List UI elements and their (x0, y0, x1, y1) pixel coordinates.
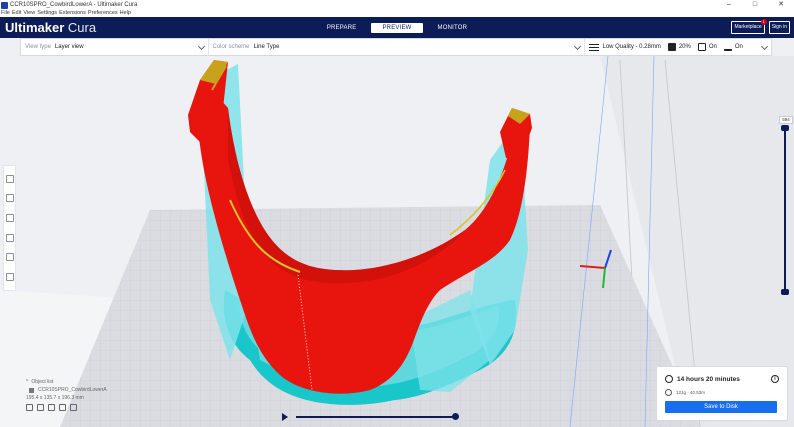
move-tool-icon[interactable] (5, 174, 14, 183)
simulation-bar (282, 412, 462, 422)
chevron-up-icon: ^ (26, 379, 29, 385)
left-toolbar (3, 165, 16, 291)
marketplace-button[interactable]: Marketplace 1 (731, 19, 767, 34)
infill-icon (667, 43, 676, 51)
menu-edit[interactable]: Edit (12, 10, 21, 17)
color-scheme-value: Line Type (253, 44, 280, 50)
view-type-value: Layer view (54, 44, 84, 50)
material-usage: 121g · 40.53m (676, 390, 706, 395)
menu-extensions[interactable]: Extensions (59, 10, 86, 17)
3d-view-icon[interactable] (26, 404, 33, 411)
layer-number-field[interactable]: 594 (779, 116, 793, 124)
color-scheme-dropdown[interactable]: Color scheme Line Type (209, 39, 586, 55)
chevron-down-icon (574, 42, 582, 51)
support-blocker-icon[interactable] (5, 273, 14, 282)
layer-slider-top-handle[interactable] (781, 125, 789, 131)
pencil-icon (29, 387, 34, 393)
print-time-row: 14 hours 20 minutes (665, 375, 740, 383)
print-info-panel: 14 hours 20 minutes i 121g · 40.53m Save… (656, 366, 788, 421)
right-view-icon[interactable] (70, 404, 77, 411)
save-to-disk-button[interactable]: Save to Disk (665, 401, 777, 413)
left-view-icon[interactable] (59, 404, 66, 411)
app-header: Ultimaker Cura PREPARE PREVIEW MONITOR M… (0, 17, 794, 38)
support-value: On (708, 44, 717, 50)
menu-bar: File Edit View Settings Extensions Prefe… (0, 10, 794, 17)
layer-slider-track[interactable] (784, 127, 786, 292)
window-title-bar: CCR10SPRO_CowbirdLowerA - Ultimaker Cura… (0, 0, 794, 10)
quality-sliders-icon (589, 43, 600, 51)
menu-settings[interactable]: Settings (37, 10, 57, 17)
cura-app-icon (1, 1, 8, 9)
object-list-item[interactable]: CCR10SPRO_CowbirdLowerA (26, 386, 156, 394)
scale-tool-icon[interactable] (5, 194, 14, 203)
menu-help[interactable]: Help (120, 10, 131, 17)
spool-icon (665, 389, 672, 396)
clock-icon (665, 375, 673, 383)
print-settings-summary[interactable]: Low Quality - 0.28mm 20% On On (585, 39, 771, 55)
minimize-button[interactable]: – (716, 0, 742, 10)
logo-product: Cura (67, 20, 97, 35)
info-icon[interactable]: i (771, 375, 779, 383)
layer-slider-bottom-handle[interactable] (781, 289, 789, 295)
front-view-icon[interactable] (37, 404, 44, 411)
close-button[interactable]: ✕ (768, 0, 794, 10)
notification-badge: 1 (760, 19, 767, 25)
tab-preview[interactable]: PREVIEW (371, 22, 423, 33)
infill-value: 20% (678, 44, 691, 50)
tab-monitor[interactable]: MONITOR (427, 23, 479, 33)
tab-prepare[interactable]: PREPARE (316, 23, 368, 33)
view-settings-bar: View type Layer view Color scheme Line T… (20, 38, 772, 56)
quality-profile: Low Quality - 0.28mm (602, 44, 661, 50)
marketplace-label: Marketplace (734, 24, 762, 30)
object-name: CCR10SPRO_CowbirdLowerA (38, 387, 107, 393)
window-title: CCR10SPRO_CowbirdLowerA - Ultimaker Cura (10, 2, 138, 8)
logo-brand: Ultimaker (5, 20, 65, 35)
chevron-down-icon (197, 42, 205, 51)
object-list: ^ Object list CCR10SPRO_CowbirdLowerA 19… (26, 378, 156, 411)
menu-file[interactable]: File (1, 10, 10, 17)
rotate-tool-icon[interactable] (5, 214, 14, 223)
view-orientation-buttons (26, 404, 156, 411)
menu-preferences[interactable]: Preferences (88, 10, 118, 17)
support-icon (697, 43, 706, 51)
object-dimensions: 195.4 x 135.7 x 196.3 mm (26, 395, 84, 401)
object-list-title: Object list (31, 379, 54, 385)
path-slider-handle[interactable] (452, 413, 459, 420)
object-list-header[interactable]: ^ Object list (26, 378, 156, 386)
adhesion-value: On (734, 44, 743, 50)
mirror-tool-icon[interactable] (5, 233, 14, 242)
maximize-button[interactable]: □ (742, 0, 768, 10)
view-type-dropdown[interactable]: View type Layer view (21, 39, 209, 55)
play-icon[interactable] (282, 413, 288, 421)
adhesion-icon (723, 43, 732, 51)
chevron-down-icon (760, 42, 769, 51)
material-row: 121g · 40.53m (665, 389, 705, 396)
header-actions: Marketplace 1 Sign in (731, 19, 790, 34)
object-dimensions-row: 195.4 x 135.7 x 196.3 mm (26, 394, 156, 402)
per-model-settings-icon[interactable] (5, 253, 14, 262)
print-time: 14 hours 20 minutes (677, 375, 740, 383)
top-view-icon[interactable] (48, 404, 55, 411)
menu-view[interactable]: View (23, 10, 35, 17)
path-slider-track[interactable] (296, 416, 456, 418)
color-scheme-label: Color scheme (212, 44, 250, 50)
app-logo: Ultimaker Cura (5, 20, 96, 35)
stage-tabs: PREPARE PREVIEW MONITOR (0, 17, 794, 38)
sign-in-button[interactable]: Sign in (768, 21, 790, 34)
view-type-label: View type (25, 44, 51, 50)
